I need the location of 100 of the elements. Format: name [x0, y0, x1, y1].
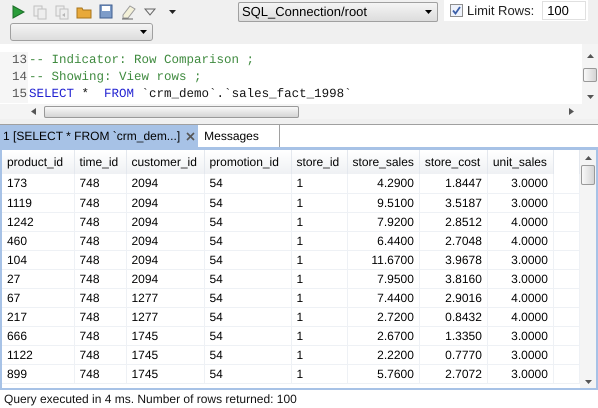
table-cell: 3.0000: [487, 250, 554, 269]
scroll-right-icon[interactable]: [569, 108, 574, 115]
vertical-scrollbar[interactable]: [580, 150, 596, 388]
table-cell: 0.8432: [419, 307, 488, 326]
table-cell: 1: [291, 269, 347, 288]
column-header[interactable]: store_id: [291, 150, 347, 174]
table-cell: 1.3350: [419, 326, 488, 345]
tab[interactable]: 1 [SELECT * FROM `crm_dem...]: [0, 125, 198, 147]
table-cell: 54: [204, 174, 291, 193]
table-cell: 54: [204, 231, 291, 250]
table-cell: 4.2900: [347, 174, 420, 193]
code-line: SELECT * FROM `crm_demo`.`sales_fact_1998`: [28, 86, 352, 103]
table-cell: 2094: [126, 231, 204, 250]
table-cell: 217: [2, 307, 74, 326]
table-cell: 5.7600: [347, 364, 420, 383]
vertical-scrollbar[interactable]: [582, 44, 598, 119]
table-cell: 3.0000: [487, 345, 554, 364]
table-cell: 1.8447: [419, 174, 488, 193]
table-cell: 1277: [126, 307, 204, 326]
table-cell: 2.2200: [347, 345, 420, 364]
table-cell: 1: [291, 250, 347, 269]
line-number: 15: [0, 86, 28, 103]
scroll-thumb[interactable]: [581, 165, 595, 185]
code-line: -- Indicator: Row Comparison ;: [28, 52, 254, 69]
table-cell: 54: [204, 212, 291, 231]
save-icon[interactable]: [98, 4, 114, 20]
scroll-thumb[interactable]: [44, 106, 299, 118]
column-header[interactable]: time_id: [74, 150, 126, 174]
table-cell: 1745: [126, 345, 204, 364]
table-cell: 748: [74, 212, 126, 231]
table-cell: 54: [204, 364, 291, 383]
table-cell: 2.6700: [347, 326, 420, 345]
scroll-up-icon[interactable]: [586, 54, 594, 58]
table-cell: 460: [2, 231, 74, 250]
table-cell: 2.8512: [419, 212, 488, 231]
table-cell: 3.0000: [487, 174, 554, 193]
table-cell: 9.5100: [347, 193, 420, 212]
eraser-icon[interactable]: [120, 4, 136, 20]
table-cell: 0.7770: [419, 345, 488, 364]
table-cell: 4.0000: [487, 288, 554, 307]
table-cell: 748: [74, 193, 126, 212]
table-cell: 67: [2, 288, 74, 307]
table-cell: 4.0000: [487, 212, 554, 231]
table-cell: 2094: [126, 250, 204, 269]
table-cell: 1: [291, 212, 347, 231]
table-cell: 104: [2, 250, 74, 269]
table-cell: 748: [74, 307, 126, 326]
horizontal-scrollbar[interactable]: [0, 104, 582, 119]
table-cell: 1: [291, 307, 347, 326]
table-cell: 899: [2, 364, 74, 383]
table-cell: 54: [204, 345, 291, 364]
column-header[interactable]: customer_id: [126, 150, 204, 174]
column-header[interactable]: store_cost: [419, 150, 488, 174]
table-cell: 748: [74, 345, 126, 364]
table-cell: 2.7072: [419, 364, 488, 383]
table-cell: 1745: [126, 326, 204, 345]
column-header[interactable]: promotion_id: [204, 150, 291, 174]
connection-dropdown[interactable]: SQL_Connection/root: [238, 2, 438, 22]
table-cell: 54: [204, 250, 291, 269]
table-cell: 7.9200: [347, 212, 420, 231]
close-icon[interactable]: [186, 132, 196, 140]
limit-rows-checkbox[interactable]: [450, 4, 463, 17]
table-cell: 7.4400: [347, 288, 420, 307]
table-cell: 1: [291, 174, 347, 193]
table-cell: 3.0000: [487, 326, 554, 345]
scroll-down-icon[interactable]: [586, 95, 594, 99]
table-cell: 1: [291, 364, 347, 383]
code-line: -- Showing: View rows ;: [28, 69, 202, 86]
table-cell: 1: [291, 345, 347, 364]
column-header[interactable]: unit_sales: [487, 150, 554, 174]
table-cell: 4.0000: [487, 307, 554, 326]
limit-rows-field[interactable]: 100: [542, 1, 586, 20]
table-cell: 1277: [126, 288, 204, 307]
scroll-down-icon[interactable]: [584, 380, 592, 384]
table-cell: 3.0000: [487, 193, 554, 212]
table-cell: 54: [204, 269, 291, 288]
status-text: Query executed in 4 ms. Number of rows returned: 100: [4, 391, 297, 408]
table-cell: 748: [74, 288, 126, 307]
table-cell: 1122: [2, 345, 74, 364]
table-cell: 748: [74, 364, 126, 383]
table-cell: 1: [291, 288, 347, 307]
table-cell: 3.8160: [419, 269, 488, 288]
table-cell: 666: [2, 326, 74, 345]
scroll-left-icon[interactable]: [31, 108, 36, 115]
table-cell: 3.0000: [487, 269, 554, 288]
table-cell: 3.9678: [419, 250, 488, 269]
table-cell: 2094: [126, 193, 204, 212]
table-cell: 54: [204, 326, 291, 345]
table-cell: 1119: [2, 193, 74, 212]
table-cell: 54: [204, 193, 291, 212]
table-cell: 748: [74, 231, 126, 250]
scroll-up-icon[interactable]: [584, 156, 592, 160]
column-header[interactable]: store_sales: [347, 150, 420, 174]
table-cell: 11.6700: [347, 250, 420, 269]
scroll-thumb[interactable]: [583, 68, 597, 82]
table-cell: 1: [291, 193, 347, 212]
column-header[interactable]: product_id: [2, 150, 74, 174]
limit-rows-label: Limit Rows:: [467, 2, 534, 20]
table-cell: 748: [74, 326, 126, 345]
run-icon[interactable]: [10, 4, 26, 20]
